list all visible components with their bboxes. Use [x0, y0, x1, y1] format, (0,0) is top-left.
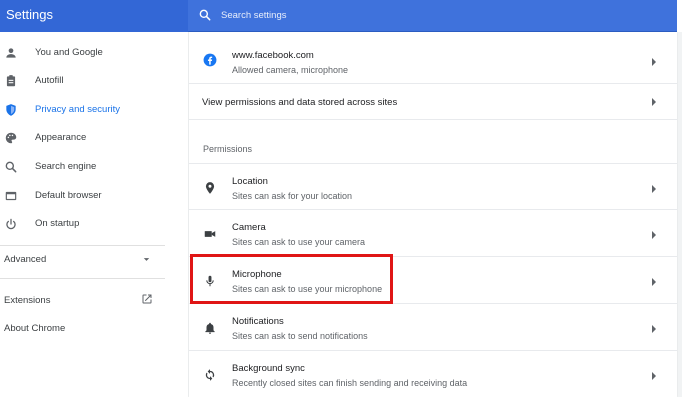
location-pin-icon	[205, 182, 215, 194]
shield-icon	[6, 104, 16, 116]
bell-icon	[205, 322, 215, 334]
permission-subtitle: Sites can ask to use your camera	[232, 237, 366, 247]
permission-row-microphone[interactable]: Microphone Sites can ask to use your mic…	[189, 257, 677, 304]
view-permissions-row[interactable]: View permissions and data stored across …	[189, 84, 677, 120]
sidebar-item-autofill[interactable]: Autofill	[0, 68, 188, 94]
sidebar-item-privacy-and-security[interactable]: Privacy and security	[0, 97, 188, 123]
sidebar-item-label: Search engine	[35, 161, 97, 172]
camera-icon	[204, 231, 216, 237]
sidebar-item-label: Default browser	[35, 190, 102, 201]
app-title: Settings	[6, 7, 53, 22]
view-permissions-label: View permissions and data stored across …	[202, 97, 398, 108]
sidebar-item-label: You and Google	[35, 47, 103, 58]
sidebar-item-label: Appearance	[35, 132, 87, 143]
privacy-settings-card: www.facebook.com Allowed camera, microph…	[189, 32, 677, 397]
sidebar-item-on-startup[interactable]: On startup	[0, 211, 188, 237]
facebook-icon	[203, 53, 217, 67]
sync-icon	[205, 369, 215, 381]
permission-title: Microphone	[232, 269, 282, 280]
chevron-right-icon	[652, 231, 656, 239]
search-icon	[5, 161, 17, 173]
permissions-heading: Permissions	[203, 144, 253, 154]
search-input[interactable]	[221, 0, 661, 31]
chevron-right-icon	[652, 58, 656, 66]
clipboard-icon	[6, 75, 16, 87]
chevron-down-icon[interactable]	[142, 255, 151, 264]
palette-icon	[5, 132, 17, 144]
chevron-right-icon	[652, 98, 656, 106]
chevron-right-icon	[652, 278, 656, 286]
sidebar-item-search-engine[interactable]: Search engine	[0, 154, 188, 180]
site-row-facebook[interactable]: www.facebook.com Allowed camera, microph…	[189, 32, 677, 84]
sidebar-divider	[0, 245, 165, 246]
sidebar-item-extensions[interactable]: Extensions	[4, 295, 50, 306]
permission-title: Camera	[232, 222, 266, 233]
permission-row-background-sync[interactable]: Background sync Recently closed sites ca…	[189, 351, 677, 397]
sidebar: You and Google Autofill Privacy and secu…	[0, 32, 188, 397]
open-in-new-icon[interactable]	[141, 293, 153, 305]
permission-subtitle: Recently closed sites can finish sending…	[232, 378, 468, 388]
search-icon	[199, 9, 211, 21]
permission-title: Background sync	[232, 363, 305, 374]
sidebar-item-appearance[interactable]: Appearance	[0, 125, 188, 151]
search-bar[interactable]	[188, 0, 677, 32]
chevron-right-icon	[652, 325, 656, 333]
person-icon	[6, 48, 16, 58]
sidebar-divider	[0, 278, 165, 279]
top-bar: Settings	[0, 0, 682, 32]
permission-title: Notifications	[232, 316, 284, 327]
permission-subtitle: Sites can ask to send notifications	[232, 331, 368, 341]
permission-row-notifications[interactable]: Notifications Sites can ask to send noti…	[189, 304, 677, 351]
power-icon	[6, 218, 16, 230]
site-subtitle: Allowed camera, microphone	[232, 65, 349, 75]
app-header: Settings	[0, 0, 188, 32]
permission-subtitle: Sites can ask to use your microphone	[232, 284, 383, 294]
site-title: www.facebook.com	[232, 50, 314, 61]
sidebar-item-label: Autofill	[35, 75, 64, 86]
sidebar-item-label: On startup	[35, 218, 80, 229]
microphone-icon	[206, 275, 214, 287]
permission-subtitle: Sites can ask for your location	[232, 191, 353, 201]
browser-window-icon	[5, 191, 17, 201]
permission-row-camera[interactable]: Camera Sites can ask to use your camera	[189, 210, 677, 257]
sidebar-item-you-and-google[interactable]: You and Google	[0, 40, 188, 66]
chevron-right-icon	[652, 372, 656, 380]
permission-title: Location	[232, 176, 268, 187]
chevron-right-icon	[652, 185, 656, 193]
sidebar-item-about-chrome[interactable]: About Chrome	[4, 323, 65, 334]
permission-row-location[interactable]: Location Sites can ask for your location	[189, 163, 677, 210]
sidebar-item-default-browser[interactable]: Default browser	[0, 183, 188, 209]
sidebar-item-label: Privacy and security	[35, 104, 121, 115]
sidebar-item-advanced[interactable]: Advanced	[4, 254, 46, 265]
